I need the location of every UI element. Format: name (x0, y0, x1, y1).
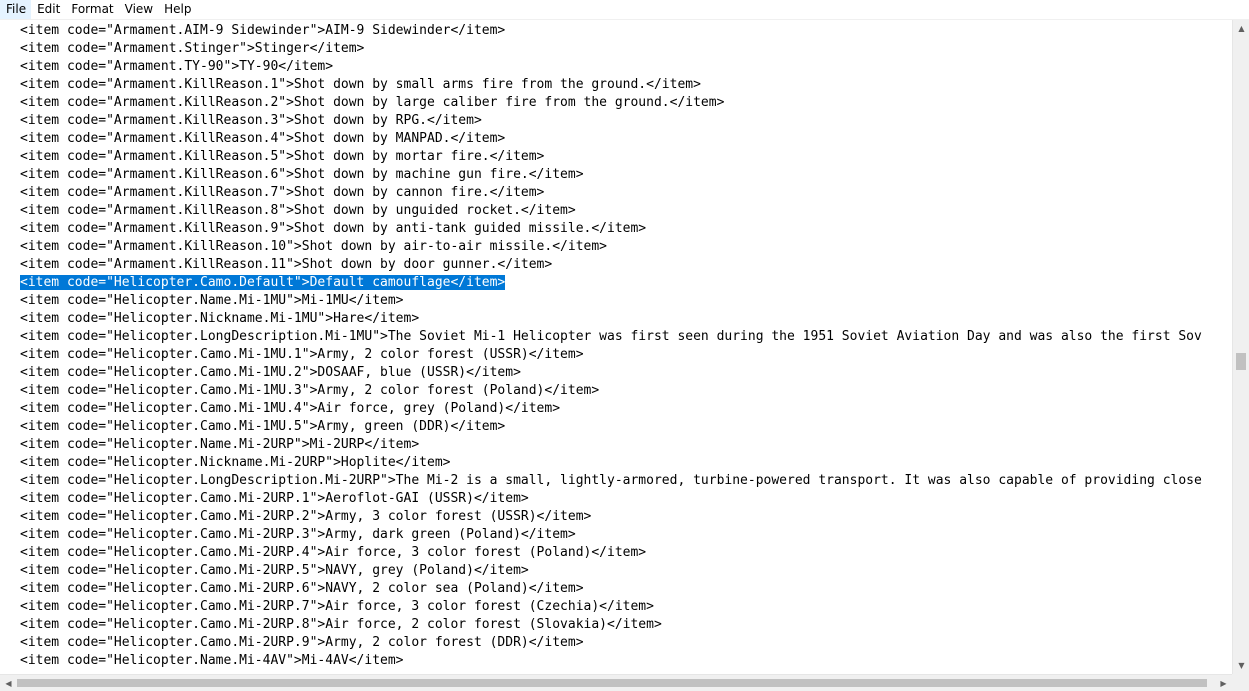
text-line[interactable]: <item code="Helicopter.LongDescription.M… (20, 472, 1230, 490)
menu-help[interactable]: Help (158, 0, 196, 19)
text-line-content: <item code="Helicopter.Camo.Mi-1MU.5">Ar… (20, 419, 506, 434)
text-line[interactable]: <item code="Armament.KillReason.9">Shot … (20, 220, 1230, 238)
text-line[interactable]: <item code="Helicopter.Camo.Mi-1MU.2">DO… (20, 364, 1230, 382)
text-line-content: <item code="Armament.KillReason.1">Shot … (20, 77, 701, 92)
text-line[interactable]: <item code="Helicopter.Camo.Mi-2URP.2">A… (20, 508, 1230, 526)
text-line[interactable]: <item code="Helicopter.Camo.Mi-1MU.3">Ar… (20, 382, 1230, 400)
text-line[interactable]: <item code="Helicopter.Nickname.Mi-2URP"… (20, 454, 1230, 472)
scroll-up-arrow-icon[interactable]: ▲ (1233, 20, 1249, 37)
scroll-left-arrow-icon[interactable]: ◀ (0, 675, 17, 691)
text-line-content: <item code="Helicopter.Camo.Mi-1MU.4">Ai… (20, 401, 561, 416)
text-line-content: <item code="Armament.KillReason.11">Shot… (20, 257, 553, 272)
text-line[interactable]: <item code="Helicopter.Camo.Mi-2URP.5">N… (20, 562, 1230, 580)
text-line-content: <item code="Armament.KillReason.6">Shot … (20, 167, 584, 182)
text-line[interactable]: <item code="Helicopter.Camo.Mi-2URP.6">N… (20, 580, 1230, 598)
text-line-content: <item code="Armament.KillReason.9">Shot … (20, 221, 647, 236)
text-line-content: <item code="Helicopter.LongDescription.M… (20, 473, 1202, 488)
vertical-scroll-thumb[interactable] (1236, 353, 1246, 370)
vertical-scrollbar[interactable]: ▲ ▼ (1232, 20, 1249, 674)
horizontal-scroll-thumb[interactable] (17, 679, 1207, 687)
text-line[interactable]: <item code="Armament.TY-90">TY-90</item> (20, 58, 1230, 76)
text-line[interactable]: <item code="Armament.KillReason.5">Shot … (20, 148, 1230, 166)
text-line[interactable]: <item code="Helicopter.Camo.Mi-1MU.5">Ar… (20, 418, 1230, 436)
text-line-content: <item code="Helicopter.Camo.Mi-2URP.9">A… (20, 635, 584, 650)
text-line-content: <item code="Helicopter.Camo.Mi-2URP.2">A… (20, 509, 592, 524)
text-line[interactable]: <item code="Helicopter.Name.Mi-2URP">Mi-… (20, 436, 1230, 454)
text-line[interactable]: <item code="Armament.KillReason.10">Shot… (20, 238, 1230, 256)
text-line[interactable]: <item code="Helicopter.Name.Mi-4AV">Mi-4… (20, 652, 1230, 670)
text-line-content: <item code="Helicopter.Nickname.Mi-2URP"… (20, 455, 451, 470)
text-line[interactable]: <item code="Helicopter.LongDescription.M… (20, 328, 1230, 346)
text-line-content: <item code="Armament.KillReason.2">Shot … (20, 95, 725, 110)
text-line-content: <item code="Helicopter.Name.Mi-1MU">Mi-1… (20, 293, 404, 308)
text-line-content: <item code="Helicopter.Nickname.Mi-1MU">… (20, 311, 420, 326)
text-line[interactable]: <item code="Helicopter.Camo.Mi-1MU.1">Ar… (20, 346, 1230, 364)
text-line-content: <item code="Helicopter.Camo.Mi-2URP.1">A… (20, 491, 529, 506)
menu-bar: File Edit Format View Help (0, 0, 1249, 19)
text-line[interactable]: <item code="Armament.KillReason.1">Shot … (20, 76, 1230, 94)
horizontal-scrollbar[interactable]: ◀ ▶ (0, 674, 1232, 691)
text-line[interactable]: <item code="Helicopter.Camo.Mi-1MU.4">Ai… (20, 400, 1230, 418)
text-line[interactable]: <item code="Helicopter.Camo.Mi-2URP.8">A… (20, 616, 1230, 634)
text-line[interactable]: <item code="Helicopter.Camo.Mi-2URP.9">A… (20, 634, 1230, 652)
menu-format[interactable]: Format (65, 0, 118, 19)
scrollbar-corner (1232, 674, 1249, 691)
text-line-content: <item code="Helicopter.Camo.Mi-1MU.2">DO… (20, 365, 521, 380)
text-line-content: <item code="Helicopter.Name.Mi-4AV">Mi-4… (20, 653, 404, 668)
text-line[interactable]: <item code="Helicopter.Nickname.Mi-1MU">… (20, 310, 1230, 328)
text-line-content: <item code="Armament.KillReason.8">Shot … (20, 203, 576, 218)
text-line[interactable]: <item code="Armament.KillReason.7">Shot … (20, 184, 1230, 202)
text-editor[interactable]: <item code="Armament.AIM-9 Sidewinder">A… (0, 19, 1249, 691)
text-line-content: <item code="Helicopter.Camo.Mi-2URP.3">A… (20, 527, 576, 542)
text-line-content: <item code="Armament.KillReason.10">Shot… (20, 239, 607, 254)
text-line-content: <item code="Helicopter.Camo.Mi-1MU.3">Ar… (20, 383, 600, 398)
text-line[interactable]: <item code="Armament.KillReason.3">Shot … (20, 112, 1230, 130)
text-line[interactable]: <item code="Armament.KillReason.8">Shot … (20, 202, 1230, 220)
text-line-content: <item code="Helicopter.Camo.Mi-2URP.4">A… (20, 545, 647, 560)
notepad-window: File Edit Format View Help <item code="A… (0, 0, 1249, 691)
text-line-content: <item code="Armament.TY-90">TY-90</item> (20, 59, 334, 74)
text-content[interactable]: <item code="Armament.AIM-9 Sidewinder">A… (20, 22, 1230, 674)
menu-view[interactable]: View (119, 0, 158, 19)
text-line-content: <item code="Helicopter.Camo.Mi-2URP.6">N… (20, 581, 584, 596)
text-line[interactable]: <item code="Helicopter.Camo.Mi-2URP.4">A… (20, 544, 1230, 562)
scroll-right-arrow-icon[interactable]: ▶ (1215, 675, 1232, 691)
text-line[interactable]: <item code="Armament.KillReason.4">Shot … (20, 130, 1230, 148)
text-line-content: <item code="Armament.KillReason.7">Shot … (20, 185, 545, 200)
text-line[interactable]: <item code="Armament.AIM-9 Sidewinder">A… (20, 22, 1230, 40)
text-line[interactable]: <item code="Armament.Stinger">Stinger</i… (20, 40, 1230, 58)
text-line[interactable]: <item code="Helicopter.Camo.Mi-2URP.3">A… (20, 526, 1230, 544)
scroll-down-arrow-icon[interactable]: ▼ (1233, 657, 1249, 674)
text-line[interactable]: <item code="Helicopter.Name.Mi-1MU">Mi-1… (20, 292, 1230, 310)
selected-text: <item code="Helicopter.Camo.Default">Def… (20, 275, 506, 290)
text-line-content: <item code="Armament.AIM-9 Sidewinder">A… (20, 23, 506, 38)
text-line-content: <item code="Helicopter.Camo.Mi-2URP.7">A… (20, 599, 654, 614)
text-line-content: <item code="Helicopter.Camo.Mi-1MU.1">Ar… (20, 347, 584, 362)
text-line-content: <item code="Helicopter.LongDescription.M… (20, 329, 1202, 344)
text-line[interactable]: <item code="Helicopter.Camo.Default">Def… (20, 274, 1230, 292)
text-line[interactable]: <item code="Armament.KillReason.6">Shot … (20, 166, 1230, 184)
text-line-content: <item code="Helicopter.Camo.Mi-2URP.5">N… (20, 563, 529, 578)
text-line-content: <item code="Helicopter.Camo.Mi-2URP.8">A… (20, 617, 662, 632)
text-line-content: <item code="Armament.Stinger">Stinger</i… (20, 41, 365, 56)
menu-file[interactable]: File (0, 0, 32, 19)
text-line-content: <item code="Armament.KillReason.5">Shot … (20, 149, 545, 164)
text-line-content: <item code="Armament.KillReason.4">Shot … (20, 131, 506, 146)
text-line-content: <item code="Helicopter.Name.Mi-2URP">Mi-… (20, 437, 420, 452)
text-line[interactable]: <item code="Helicopter.Camo.Mi-2URP.1">A… (20, 490, 1230, 508)
text-line[interactable]: <item code="Armament.KillReason.11">Shot… (20, 256, 1230, 274)
menu-edit[interactable]: Edit (31, 0, 65, 19)
text-line[interactable]: <item code="Armament.KillReason.2">Shot … (20, 94, 1230, 112)
text-line[interactable]: <item code="Helicopter.Camo.Mi-2URP.7">A… (20, 598, 1230, 616)
text-line-content: <item code="Armament.KillReason.3">Shot … (20, 113, 482, 128)
